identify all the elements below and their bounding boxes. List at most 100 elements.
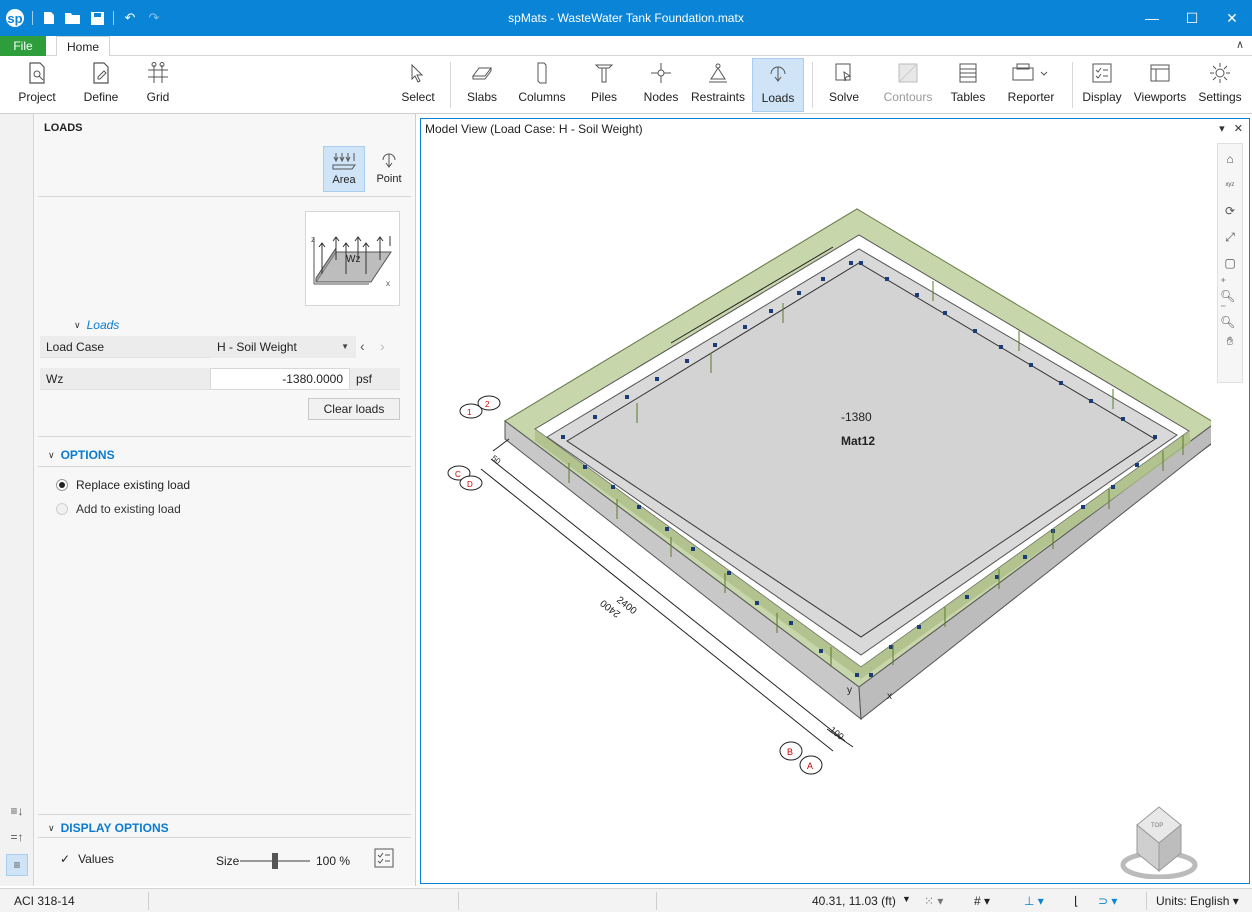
add-to-existing-load-radio[interactable]: Add to existing load: [56, 502, 181, 516]
home-view-icon[interactable]: ⌂: [1220, 148, 1240, 170]
area-load-button[interactable]: Area: [323, 146, 365, 192]
loads-section-header[interactable]: ∨ Loads: [74, 318, 119, 332]
dropdown-arrow-icon: ▼: [341, 342, 349, 351]
size-value: 100 %: [316, 854, 351, 868]
list-view-icon[interactable]: ≡: [6, 854, 28, 876]
point-load-button[interactable]: Point: [368, 146, 410, 192]
ortho-icon[interactable]: ⌊: [1074, 894, 1079, 908]
pan-hand-icon[interactable]: ✋︎: [1220, 330, 1240, 352]
model-view[interactable]: Model View (Load Case: H - Soil Weight) …: [420, 118, 1250, 884]
settings-button[interactable]: Settings: [1194, 58, 1246, 112]
tables-button[interactable]: Tables: [948, 58, 988, 112]
contours-button[interactable]: Contours: [880, 58, 936, 112]
reporter-button[interactable]: Reporter: [998, 58, 1064, 112]
view-cube-face: TOP: [1151, 823, 1163, 829]
close-icon[interactable]: ✕: [1234, 123, 1243, 135]
display-options-section-header[interactable]: ∨ DISPLAY OPTIONS: [48, 821, 169, 835]
define-icon: [93, 62, 109, 84]
tab-file[interactable]: File: [0, 36, 46, 56]
columns-icon: [537, 62, 547, 84]
svg-text:x: x: [887, 691, 892, 702]
loads-icon: [770, 66, 786, 82]
contours-icon: [898, 63, 918, 83]
previous-load-case-icon[interactable]: ‹: [360, 338, 365, 354]
svg-text:2: 2: [485, 400, 490, 409]
zoom-window-icon[interactable]: ▢: [1220, 252, 1240, 274]
size-slider-track[interactable]: [240, 853, 310, 869]
sort-descending-icon[interactable]: ≡↓: [6, 800, 28, 822]
axis-view-icon[interactable]: ˣʸᶻ: [1220, 174, 1240, 196]
load-case-label: Load Case: [40, 336, 210, 358]
svg-text:B: B: [787, 747, 793, 757]
panel-divider: [38, 436, 411, 437]
slabs-button[interactable]: Slabs: [462, 58, 502, 112]
select-cursor-icon: [411, 63, 424, 83]
dropdown-arrow-icon[interactable]: ▼: [902, 894, 911, 904]
status-separator: [148, 892, 149, 910]
values-checkbox[interactable]: ✓ Values: [60, 852, 114, 866]
maximize-button[interactable]: ☐: [1172, 0, 1212, 36]
size-slider-thumb[interactable]: [272, 853, 278, 869]
model-canvas[interactable]: 2400 2400 100 50 1 2 C D B A -1380 Mat12: [421, 139, 1211, 879]
dropdown-arrow-icon[interactable]: ▾: [1219, 123, 1225, 135]
minimize-button[interactable]: —: [1132, 0, 1172, 36]
svg-text:y: y: [847, 685, 852, 696]
checkbox-checked-icon: ✓: [60, 852, 71, 866]
load-case-dropdown[interactable]: H - Soil Weight ▼: [210, 336, 356, 358]
grid-bubble-2: 2: [477, 395, 501, 411]
restraints-button[interactable]: Restraints: [690, 58, 746, 112]
options-section-header[interactable]: ∨ OPTIONS: [48, 448, 115, 462]
grid-bubble-a: A: [799, 755, 823, 775]
ribbon-separator: [450, 62, 451, 108]
grid-button[interactable]: Grid: [138, 58, 178, 112]
ribbon-separator: [812, 62, 813, 108]
view-mode-icon[interactable]: ⊃ ▾: [1098, 894, 1117, 908]
zoom-out-icon[interactable]: ⁻🔍︎: [1220, 301, 1240, 329]
define-button[interactable]: Define: [78, 58, 124, 112]
nodes-button[interactable]: Nodes: [640, 58, 682, 112]
point-load-icon: [382, 153, 396, 168]
size-label: Size: [216, 854, 240, 868]
display-settings-icon[interactable]: [374, 848, 394, 871]
svg-text:D: D: [467, 480, 473, 489]
material-label: Mat12: [841, 434, 875, 448]
load-value-label: -1380: [841, 410, 872, 424]
loads-button[interactable]: Loads: [752, 58, 804, 112]
piles-button[interactable]: Piles: [584, 58, 624, 112]
grid-dots-icon[interactable]: ⁙ ▾: [924, 894, 943, 908]
orbit-icon[interactable]: ⟳: [1220, 200, 1240, 222]
chevron-down-icon: ∨: [48, 822, 55, 833]
wz-input[interactable]: -1380.0000: [210, 368, 350, 390]
status-separator: [458, 892, 459, 910]
piles-icon: [594, 64, 614, 83]
close-button[interactable]: ✕: [1212, 0, 1252, 36]
zoom-extents-icon[interactable]: ⤢: [1220, 226, 1240, 248]
view-tools: ⌂ ˣʸᶻ ⟳ ⤢ ▢ ⁺🔍︎ ⁻🔍︎ ✋︎: [1217, 143, 1243, 383]
snap-mode-icon[interactable]: ⊥ ▾: [1024, 894, 1044, 908]
design-code: ACI 318-14: [14, 894, 75, 908]
grid-icon: [148, 62, 168, 83]
grid-snap-icon[interactable]: # ▾: [974, 894, 990, 908]
view-cube: TOP: [1120, 806, 1198, 879]
collapse-ribbon-icon[interactable]: ∧: [1236, 38, 1244, 51]
replace-existing-load-radio[interactable]: Replace existing load: [56, 478, 190, 492]
model-view-controls: ▾ ✕: [1219, 122, 1243, 135]
grid-bubble-b: B: [779, 741, 803, 761]
units-selector[interactable]: Units: English ▾: [1156, 894, 1239, 908]
next-load-case-icon[interactable]: ›: [380, 338, 385, 354]
project-button[interactable]: Project: [12, 58, 62, 112]
wz-label: Wz: [40, 368, 210, 390]
panel-divider: [38, 466, 411, 467]
zoom-in-icon[interactable]: ⁺🔍︎: [1220, 275, 1240, 303]
viewports-icon: [1150, 64, 1170, 82]
clear-loads-button[interactable]: Clear loads: [308, 398, 400, 420]
select-button[interactable]: Select: [398, 58, 438, 112]
columns-button[interactable]: Columns: [516, 58, 568, 112]
sort-ascending-icon[interactable]: =↑: [6, 826, 28, 848]
solve-button[interactable]: Solve: [824, 58, 864, 112]
mat-slab: [566, 262, 1156, 638]
viewports-button[interactable]: Viewports: [1132, 58, 1188, 112]
display-button[interactable]: Display: [1080, 58, 1124, 112]
diagram-axis-z: z: [311, 235, 315, 244]
tab-home[interactable]: Home: [56, 36, 111, 57]
